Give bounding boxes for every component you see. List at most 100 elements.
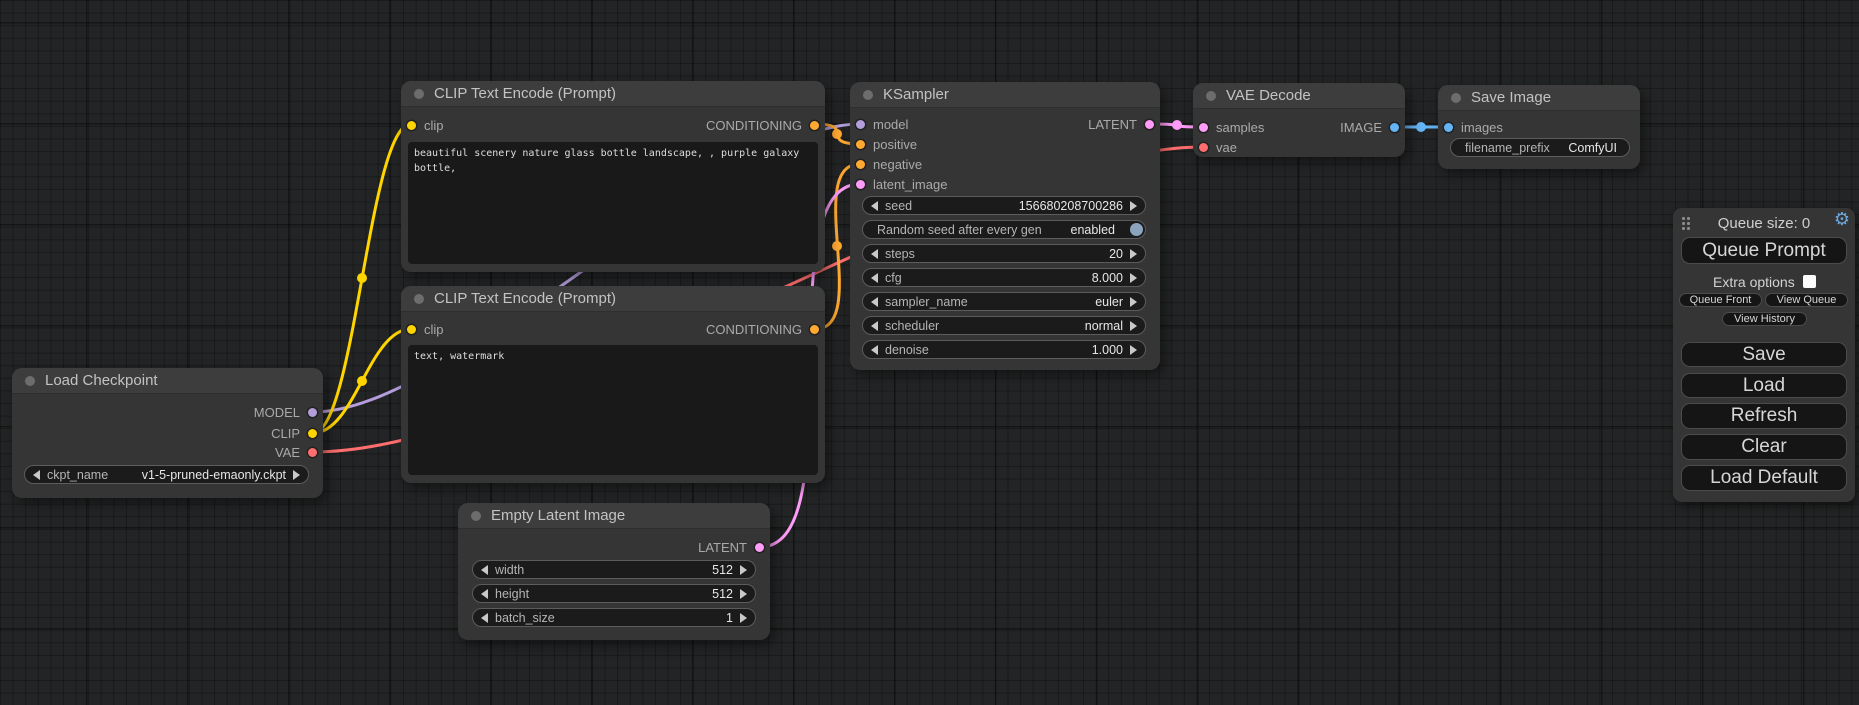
- collapse-dot-icon[interactable]: [471, 511, 481, 521]
- input-slot-clip[interactable]: clip: [407, 321, 444, 338]
- port-dot-vae[interactable]: [308, 448, 317, 457]
- node-titlebar[interactable]: Load Checkpoint: [12, 368, 323, 394]
- port-dot-clip[interactable]: [308, 429, 317, 438]
- node-clip-text-encode-positive[interactable]: CLIP Text Encode (Prompt) clip CONDITION…: [401, 81, 825, 272]
- increment-arrow-icon[interactable]: [740, 565, 747, 575]
- increment-arrow-icon[interactable]: [740, 589, 747, 599]
- port-dot-conditioning[interactable]: [856, 140, 865, 149]
- node-vae-decode[interactable]: VAE Decode samples vae IMAGE: [1193, 83, 1405, 157]
- output-slot-latent[interactable]: LATENT: [698, 539, 764, 556]
- clear-button[interactable]: Clear: [1681, 434, 1847, 460]
- node-titlebar[interactable]: CLIP Text Encode (Prompt): [401, 286, 825, 312]
- port-dot-model[interactable]: [856, 120, 865, 129]
- increment-arrow-icon[interactable]: [293, 470, 300, 480]
- increment-arrow-icon[interactable]: [1130, 201, 1137, 211]
- widget-cfg[interactable]: cfg 8.000: [862, 268, 1146, 287]
- port-dot-vae[interactable]: [1199, 143, 1208, 152]
- port-dot-latent[interactable]: [1145, 120, 1154, 129]
- decrement-arrow-icon[interactable]: [871, 201, 878, 211]
- decrement-arrow-icon[interactable]: [481, 613, 488, 623]
- queue-prompt-button[interactable]: Queue Prompt: [1681, 237, 1847, 264]
- toggle-circle-icon[interactable]: [1130, 223, 1143, 236]
- port-dot-latent[interactable]: [755, 543, 764, 552]
- prompt-textarea[interactable]: beautiful scenery nature glass bottle la…: [408, 142, 818, 264]
- port-dot-clip[interactable]: [407, 121, 416, 130]
- input-slot-negative[interactable]: negative: [856, 156, 922, 173]
- port-dot-clip[interactable]: [407, 325, 416, 334]
- widget-filename-prefix[interactable]: filename_prefix ComfyUI: [1450, 138, 1630, 157]
- input-slot-model[interactable]: model: [856, 116, 908, 133]
- node-titlebar[interactable]: Save Image: [1438, 85, 1640, 111]
- comfyui-canvas[interactable]: { "colors": { "model": "#B39DDB", "clip"…: [0, 0, 1859, 705]
- collapse-dot-icon[interactable]: [1451, 93, 1461, 103]
- input-slot-clip[interactable]: clip: [407, 117, 444, 134]
- node-save-image[interactable]: Save Image images filename_prefix ComfyU…: [1438, 85, 1640, 169]
- increment-arrow-icon[interactable]: [1130, 273, 1137, 283]
- port-dot-conditioning[interactable]: [810, 121, 819, 130]
- widget-steps[interactable]: steps 20: [862, 244, 1146, 263]
- widget-batch-size[interactable]: batch_size 1: [472, 608, 756, 627]
- collapse-dot-icon[interactable]: [1206, 91, 1216, 101]
- save-button[interactable]: Save: [1681, 342, 1847, 367]
- extra-options-checkbox[interactable]: [1803, 275, 1816, 288]
- decrement-arrow-icon[interactable]: [481, 565, 488, 575]
- output-slot-latent[interactable]: LATENT: [1088, 116, 1154, 133]
- increment-arrow-icon[interactable]: [740, 613, 747, 623]
- prompt-textarea[interactable]: text, watermark: [408, 345, 818, 475]
- widget-height[interactable]: height 512: [472, 584, 756, 603]
- output-slot-image[interactable]: IMAGE: [1340, 119, 1399, 136]
- widget-random-seed[interactable]: Random seed after every gen enabled: [862, 220, 1146, 239]
- input-slot-images[interactable]: images: [1444, 119, 1503, 136]
- decrement-arrow-icon[interactable]: [33, 470, 40, 480]
- port-dot-model[interactable]: [308, 408, 317, 417]
- input-slot-samples[interactable]: samples: [1199, 119, 1264, 136]
- queue-front-button[interactable]: Queue Front: [1679, 293, 1762, 307]
- load-button[interactable]: Load: [1681, 373, 1847, 398]
- output-slot-conditioning[interactable]: CONDITIONING: [706, 117, 819, 134]
- node-titlebar[interactable]: CLIP Text Encode (Prompt): [401, 81, 825, 107]
- node-load-checkpoint[interactable]: Load Checkpoint MODEL CLIP VAE ckpt_name…: [12, 368, 323, 498]
- settings-gear-icon[interactable]: ⚙: [1834, 210, 1850, 228]
- port-dot-latent[interactable]: [856, 180, 865, 189]
- output-slot-clip[interactable]: CLIP: [271, 425, 317, 442]
- input-slot-positive[interactable]: positive: [856, 136, 917, 153]
- widget-sampler-name[interactable]: sampler_name euler: [862, 292, 1146, 311]
- node-titlebar[interactable]: VAE Decode: [1193, 83, 1405, 109]
- widget-seed[interactable]: seed 156680208700286: [862, 196, 1146, 215]
- decrement-arrow-icon[interactable]: [871, 273, 878, 283]
- view-history-button[interactable]: View History: [1722, 312, 1807, 326]
- load-default-button[interactable]: Load Default: [1681, 465, 1847, 491]
- widget-ckpt-name[interactable]: ckpt_name v1-5-pruned-emaonly.ckpt: [24, 465, 309, 484]
- node-titlebar[interactable]: KSampler: [850, 82, 1160, 108]
- widget-scheduler[interactable]: scheduler normal: [862, 316, 1146, 335]
- collapse-dot-icon[interactable]: [414, 89, 424, 99]
- input-slot-vae[interactable]: vae: [1199, 139, 1237, 156]
- port-dot-conditioning[interactable]: [810, 325, 819, 334]
- input-slot-latent-image[interactable]: latent_image: [856, 176, 947, 193]
- output-slot-vae[interactable]: VAE: [275, 444, 317, 461]
- node-empty-latent-image[interactable]: Empty Latent Image LATENT width 512 heig…: [458, 503, 770, 640]
- node-titlebar[interactable]: Empty Latent Image: [458, 503, 770, 529]
- output-slot-conditioning[interactable]: CONDITIONING: [706, 321, 819, 338]
- decrement-arrow-icon[interactable]: [871, 345, 878, 355]
- node-clip-text-encode-negative[interactable]: CLIP Text Encode (Prompt) clip CONDITION…: [401, 286, 825, 483]
- increment-arrow-icon[interactable]: [1130, 249, 1137, 259]
- decrement-arrow-icon[interactable]: [481, 589, 488, 599]
- collapse-dot-icon[interactable]: [863, 90, 873, 100]
- increment-arrow-icon[interactable]: [1130, 345, 1137, 355]
- refresh-button[interactable]: Refresh: [1681, 403, 1847, 429]
- increment-arrow-icon[interactable]: [1130, 321, 1137, 331]
- output-slot-model[interactable]: MODEL: [254, 404, 317, 421]
- port-dot-image[interactable]: [1390, 123, 1399, 132]
- port-dot-latent[interactable]: [1199, 123, 1208, 132]
- widget-denoise[interactable]: denoise 1.000: [862, 340, 1146, 359]
- decrement-arrow-icon[interactable]: [871, 249, 878, 259]
- port-dot-image[interactable]: [1444, 123, 1453, 132]
- collapse-dot-icon[interactable]: [25, 376, 35, 386]
- node-ksampler[interactable]: KSampler model positive negative latent_…: [850, 82, 1160, 370]
- view-queue-button[interactable]: View Queue: [1765, 293, 1848, 307]
- widget-width[interactable]: width 512: [472, 560, 756, 579]
- decrement-arrow-icon[interactable]: [871, 297, 878, 307]
- increment-arrow-icon[interactable]: [1130, 297, 1137, 307]
- port-dot-conditioning[interactable]: [856, 160, 865, 169]
